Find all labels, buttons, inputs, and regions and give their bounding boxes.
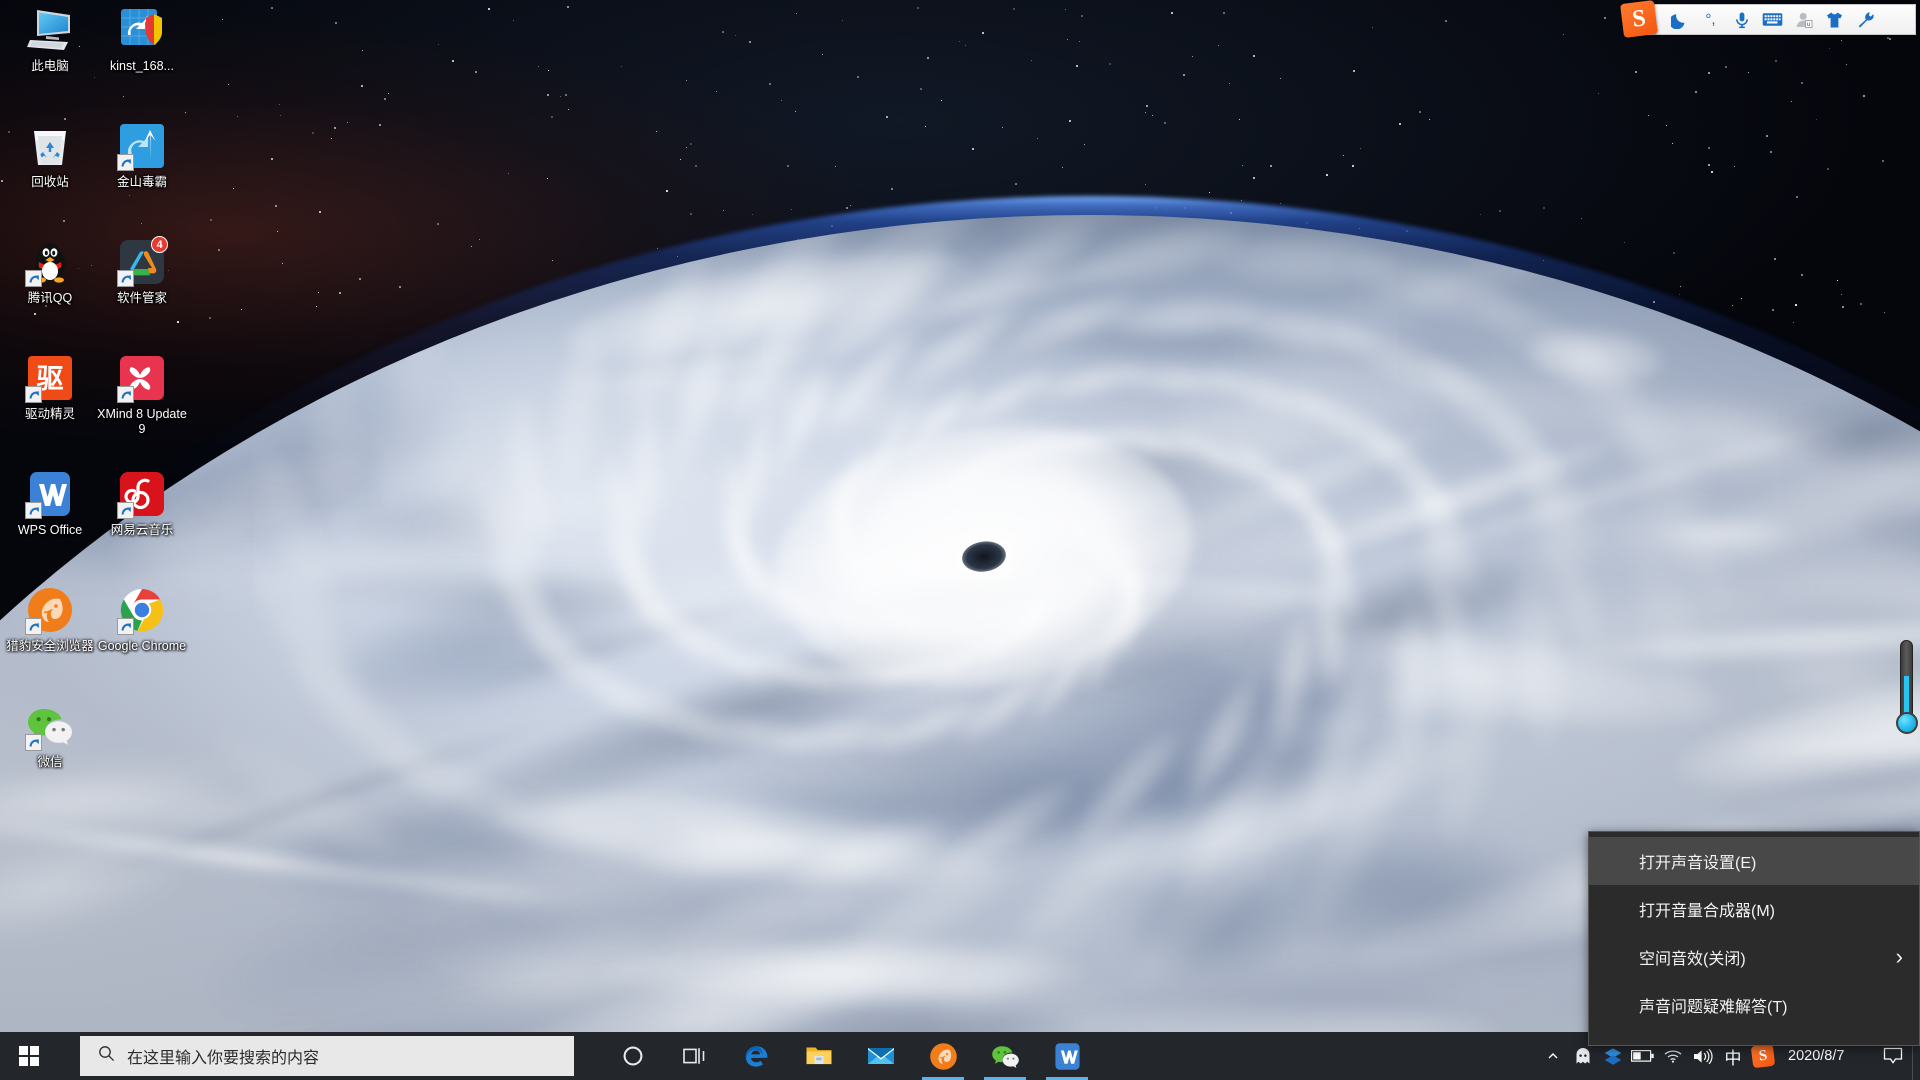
desktop-icon-kinst[interactable]: kinst_168... (96, 6, 188, 74)
desktop-icon-xmind[interactable]: XMind 8 Update 9 (96, 354, 188, 437)
desktop-icon-label: 猎豹安全浏览器 (6, 639, 94, 653)
wps-office-icon (25, 470, 74, 519)
shortcut-overlay-icon (117, 502, 134, 519)
menu-item-open-volume-mixer[interactable]: 打开音量合成器(M) (1589, 885, 1919, 933)
desktop-icon-label: 金山毒霸 (116, 175, 167, 189)
shortcut-overlay-icon (117, 386, 134, 403)
qq-penguin-icon (25, 238, 74, 287)
desktop-icon-grid[interactable]: 此电脑 kinst_168... 回收站 金山毒霸 腾讯QQ 4 软件管家 驱 … (0, 0, 200, 900)
shortcut-overlay-icon (25, 734, 42, 751)
menu-item-sound-troubleshoot[interactable]: 声音问题疑难解答(T) (1589, 981, 1919, 1029)
chrome-icon (117, 586, 166, 635)
search-icon (98, 1045, 115, 1067)
file-explorer-icon (804, 1041, 834, 1071)
desktop-icon-label: 回收站 (31, 175, 69, 189)
sogou-ime-toolbar[interactable]: 中°,u (1632, 4, 1916, 35)
search-placeholder-text: 在这里输入你要搜索的内容 (127, 1050, 320, 1067)
menu-item-label: 打开声音设置(E) (1639, 855, 1757, 872)
desktop-icon-google-chrome[interactable]: Google Chrome (96, 586, 188, 654)
shortcut-overlay-icon (117, 154, 134, 171)
crescent-moon-icon[interactable] (1664, 5, 1695, 34)
taskbar-app-wechat[interactable] (974, 1032, 1036, 1080)
desktop-icon-label: 微信 (37, 755, 63, 769)
cheetah-browser-icon (25, 586, 74, 635)
desktop-icon-recycle-bin[interactable]: 回收站 (4, 122, 96, 190)
desktop-icon-netease-music[interactable]: 网易云音乐 (96, 470, 188, 538)
punctuation-icon[interactable]: °, (1695, 5, 1726, 34)
xmind-icon (117, 354, 166, 403)
desktop-icon-label: WPS Office (17, 523, 83, 537)
software-manager-icon: 4 (117, 236, 168, 287)
svg-text:u: u (1807, 22, 1810, 28)
desktop-icon-label: Google Chrome (97, 639, 187, 653)
taskbar-app-explorer[interactable] (788, 1032, 850, 1080)
shortcut-overlay-icon (25, 502, 42, 519)
desktop-icon-jinshan-duba[interactable]: 金山毒霸 (96, 122, 188, 190)
desktop-icon-tencent-qq[interactable]: 腾讯QQ (4, 238, 96, 306)
clock-date: 2020/8/7 (1788, 1048, 1845, 1064)
start-button[interactable] (0, 1032, 58, 1080)
kingsoft-antivirus-icon (117, 122, 166, 171)
menu-item-label: 打开音量合成器(M) (1639, 903, 1775, 920)
shortcut-overlay-icon (25, 270, 42, 287)
notification-badge: 4 (151, 236, 168, 253)
recycle-bin-icon (26, 122, 74, 170)
desktop-icon-qudong-jingling[interactable]: 驱 驱动精灵 (4, 354, 96, 422)
taskbar-app-wps[interactable] (1036, 1032, 1098, 1080)
menu-item-spatial-sound[interactable]: 空间音效(关闭) › (1589, 933, 1919, 981)
desktop-icon-software-mgr[interactable]: 4 软件管家 (96, 236, 188, 306)
task-view-icon (680, 1041, 710, 1071)
cheetah-browser-icon (928, 1041, 958, 1071)
microphone-icon[interactable] (1726, 5, 1757, 34)
sogou-logo-icon[interactable]: S (1620, 0, 1658, 38)
desktop-icon-wechat[interactable]: 微信 (4, 702, 96, 770)
taskbar-app-cheetah[interactable] (912, 1032, 974, 1080)
taskbar-app-mail[interactable] (850, 1032, 912, 1080)
taskbar-app-cortana[interactable] (602, 1032, 664, 1080)
wps-office-icon (1052, 1041, 1082, 1071)
desktop-icon-cheetah-browser[interactable]: 猎豹安全浏览器 (4, 586, 96, 654)
shortcut-overlay-icon (117, 270, 134, 287)
desktop-icon-label: 网易云音乐 (110, 523, 174, 537)
wrench-settings-icon[interactable] (1850, 5, 1881, 34)
kingsoft-install-icon (118, 6, 166, 54)
windows-logo-icon (19, 1046, 39, 1066)
desktop-icon-wps-office[interactable]: WPS Office (4, 470, 96, 538)
mail-icon (866, 1041, 896, 1071)
desktop-icon-label: 驱动精灵 (24, 407, 75, 421)
keyboard-icon[interactable] (1757, 5, 1788, 34)
taskbar-app-edge[interactable] (726, 1032, 788, 1080)
taskbar-app-list[interactable] (602, 1032, 1098, 1080)
desktop-icon-label: 腾讯QQ (27, 291, 73, 305)
wechat-icon (990, 1041, 1020, 1071)
tshirt-skin-icon[interactable] (1819, 5, 1850, 34)
netease-music-icon (117, 470, 166, 519)
volume-slider-thumb[interactable] (1896, 712, 1918, 734)
edge-icon (742, 1041, 772, 1071)
user-account-icon[interactable]: u (1788, 5, 1819, 34)
desktop-icon-label: XMind 8 Update 9 (97, 407, 187, 436)
cortana-circle-icon (618, 1041, 648, 1071)
desktop-icon-label: 此电脑 (31, 59, 69, 73)
wechat-icon (25, 702, 74, 751)
driver-genius-icon: 驱 (25, 354, 74, 403)
chevron-up-icon[interactable] (1538, 1032, 1568, 1080)
menu-item-open-sound-settings[interactable]: 打开声音设置(E) (1589, 837, 1919, 885)
menu-item-label: 空间音效(关闭) (1639, 951, 1746, 968)
desktop-icon-this-pc[interactable]: 此电脑 (4, 6, 96, 74)
taskbar-app-task-view[interactable] (664, 1032, 726, 1080)
volume-slider[interactable] (1894, 640, 1920, 740)
computer-icon (26, 6, 74, 54)
punctuation-icon-label: °, (1705, 11, 1716, 28)
shortcut-overlay-icon (117, 618, 134, 635)
menu-item-label: 声音问题疑难解答(T) (1639, 999, 1788, 1016)
search-input[interactable]: 在这里输入你要搜索的内容 (80, 1036, 574, 1076)
sound-tray-context-menu[interactable]: 打开声音设置(E) 打开音量合成器(M) 空间音效(关闭) › 声音问题疑难解答(T) (1588, 831, 1920, 1046)
chevron-right-icon: › (1895, 944, 1903, 969)
taskbar-clock[interactable]: 2020/8/7 (1778, 1048, 1874, 1064)
shortcut-overlay-icon (25, 386, 42, 403)
shortcut-overlay-icon (25, 618, 42, 635)
desktop-icon-label: kinst_168... (110, 59, 174, 73)
desktop-icon-label: 软件管家 (116, 291, 167, 305)
